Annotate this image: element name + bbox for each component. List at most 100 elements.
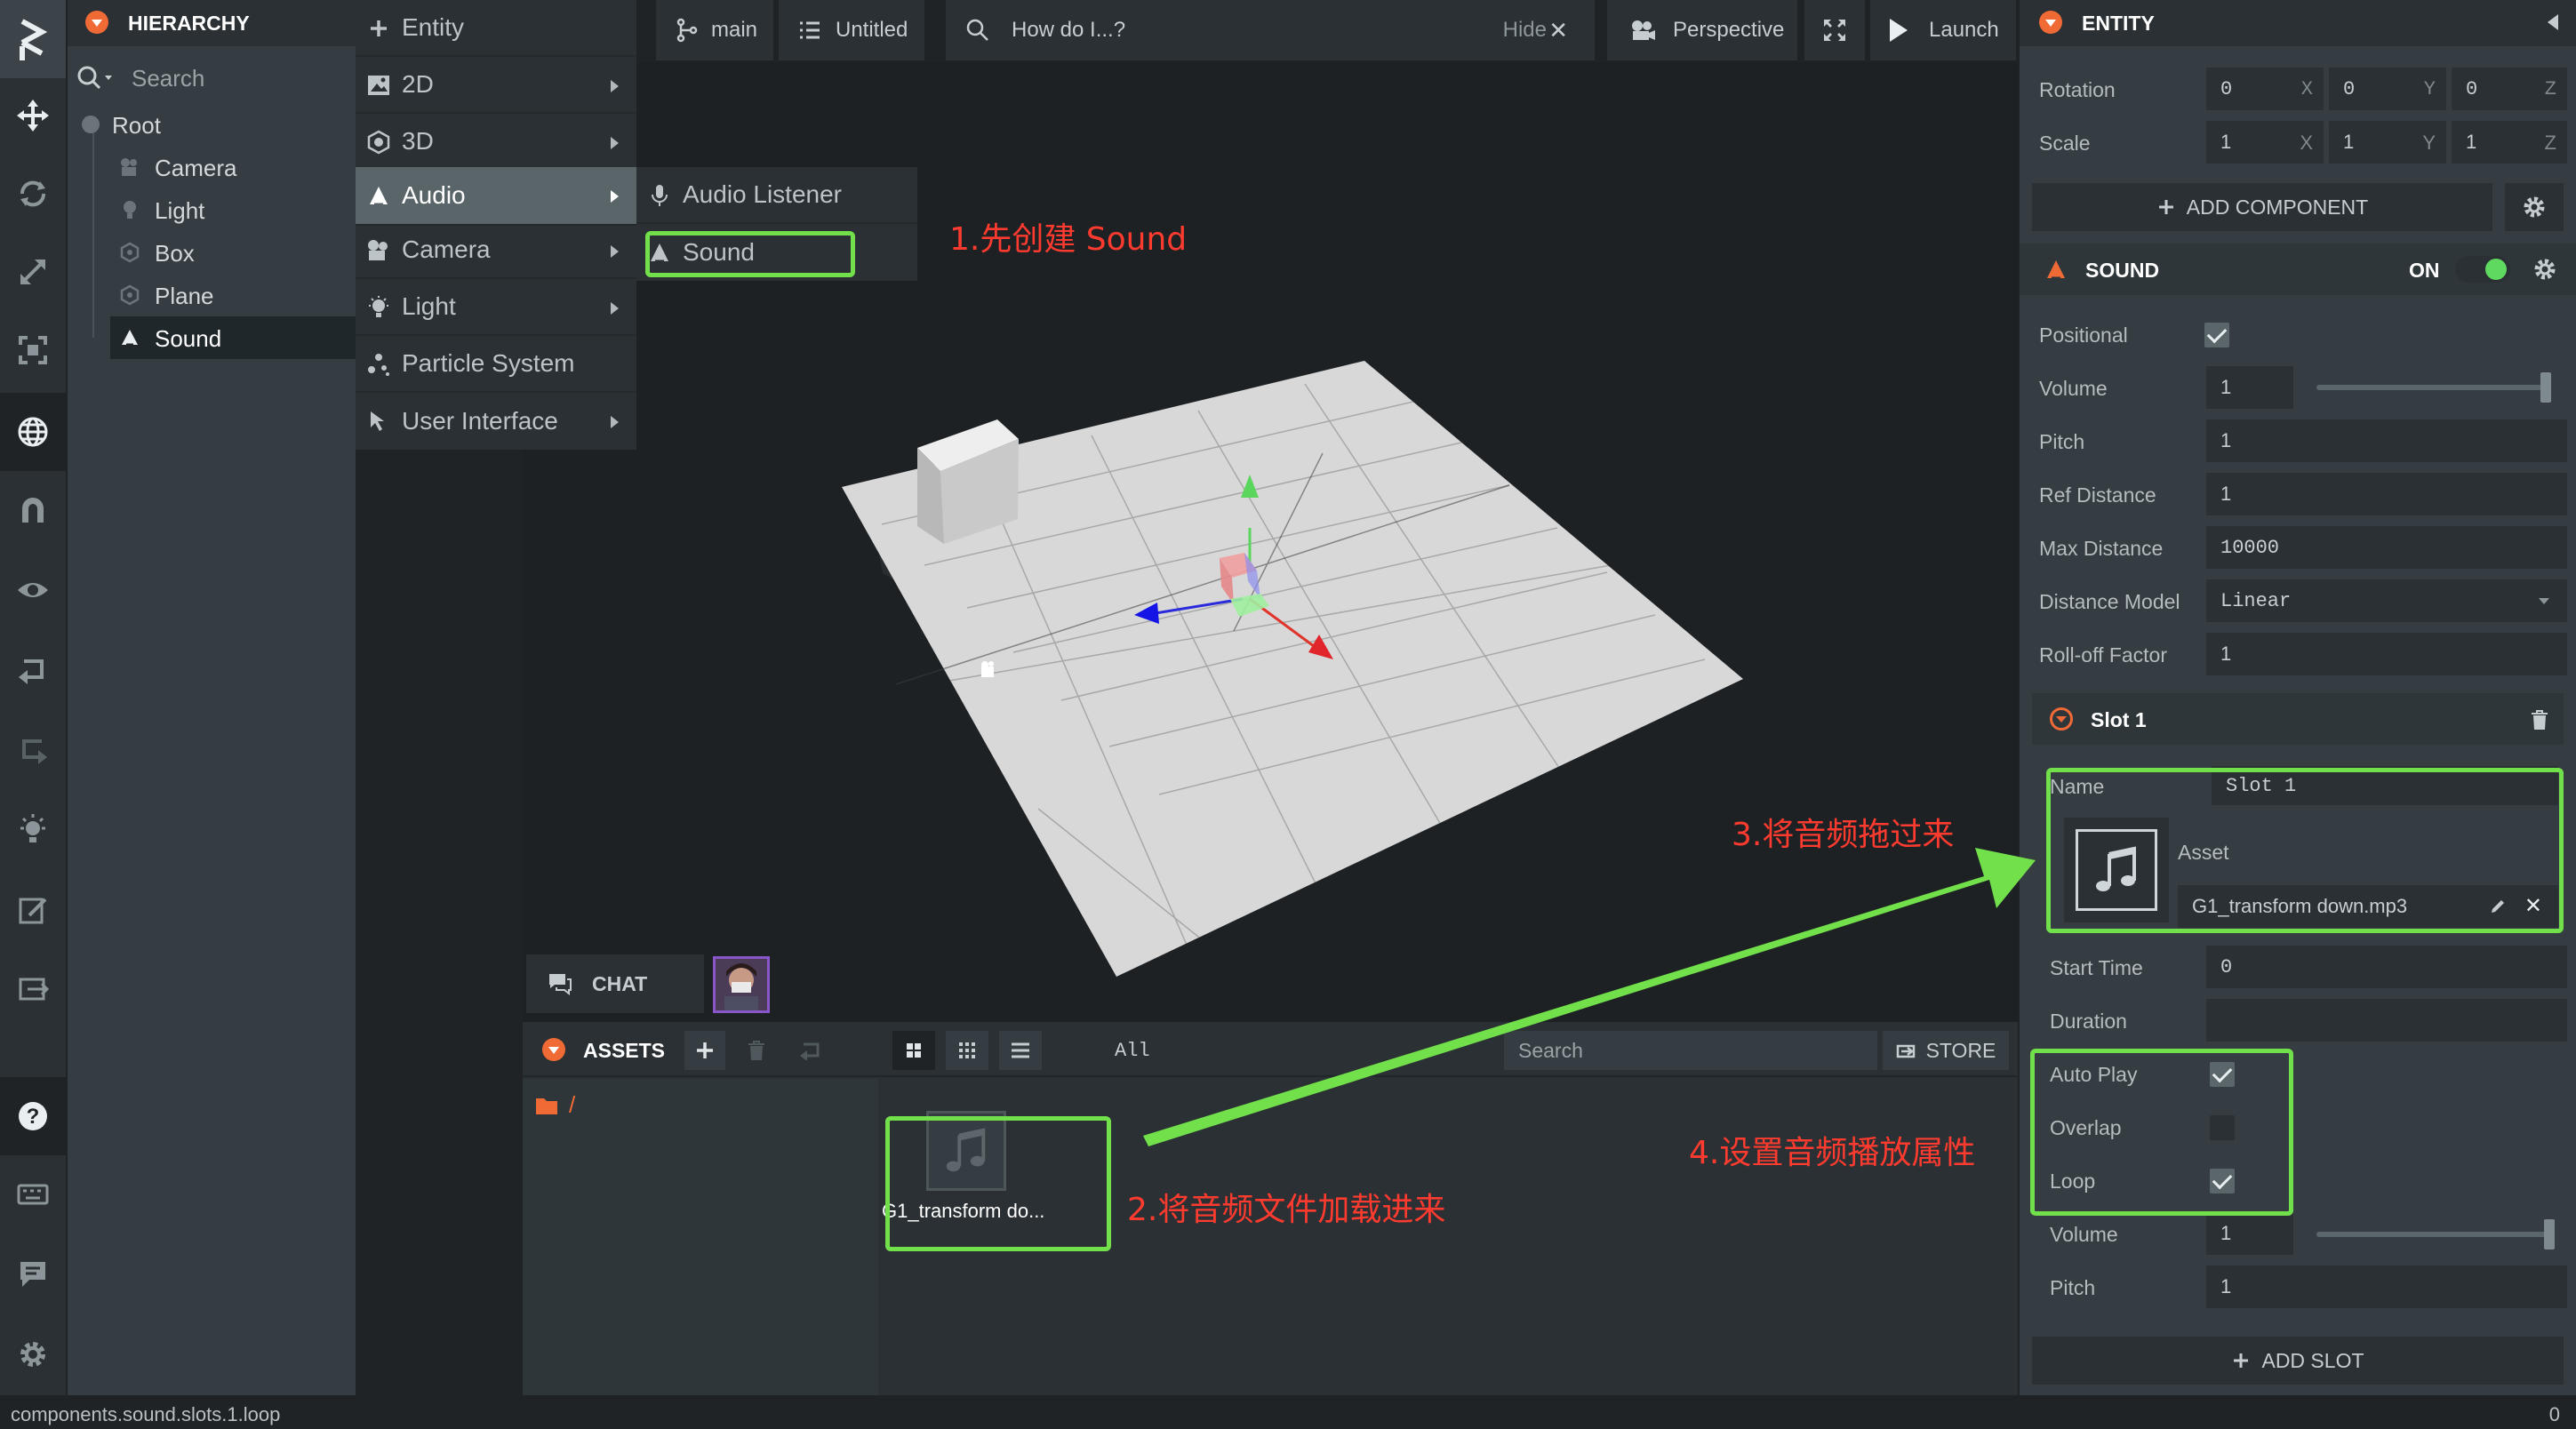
highlight-playback-options [2030, 1049, 2293, 1216]
volume-slider-knob[interactable] [2540, 372, 2551, 403]
scale-x-field[interactable]: 1X [2206, 121, 2324, 164]
pitch-field[interactable]: 1 [2206, 419, 2567, 462]
code-editor-icon[interactable] [0, 871, 66, 949]
component-settings-button[interactable] [2505, 183, 2564, 231]
delete-asset-button[interactable] [736, 1031, 777, 1070]
collapse-icon[interactable] [542, 1038, 565, 1061]
eye-view-icon[interactable] [0, 551, 66, 629]
add-slot-label: ADD SLOT [2261, 1348, 2364, 1372]
menu-item-audio-listener[interactable]: Audio Listener [636, 167, 917, 224]
box-icon [120, 242, 140, 263]
help-search-bar[interactable]: How do I...? Hide ✕ [946, 0, 1595, 60]
hierarchy-item-box[interactable]: Box [68, 231, 356, 274]
chat-icon[interactable] [0, 1235, 66, 1313]
menu-item-particle-system[interactable]: Particle System [356, 336, 636, 393]
back-arrow-icon [800, 1042, 820, 1060]
back-button[interactable] [789, 1031, 830, 1070]
scale-gizmo-icon[interactable] [0, 233, 66, 311]
large-grid-view-button[interactable] [892, 1031, 935, 1070]
keyboard-shortcuts-icon[interactable] [0, 1155, 66, 1233]
lightmapper-icon[interactable] [0, 791, 66, 869]
rotation-z-field[interactable]: 0Z [2452, 68, 2567, 110]
slot-volume-field[interactable]: 1 [2206, 1212, 2293, 1255]
menu-item-audio[interactable]: Audio [356, 167, 636, 226]
scene-button[interactable]: Untitled [779, 0, 924, 60]
positional-checkbox[interactable] [2204, 323, 2229, 347]
rotate-gizmo-icon[interactable] [0, 155, 66, 233]
camera-dropdown[interactable]: Perspective [1607, 0, 1797, 60]
camera-entity-icon[interactable] [981, 661, 994, 677]
hierarchy-item-sound[interactable]: Sound [110, 316, 356, 359]
menu-item-label: Light [402, 292, 456, 320]
max-distance-field[interactable]: 10000 [2206, 526, 2567, 569]
hierarchy-item-camera[interactable]: Camera [68, 146, 356, 188]
add-component-button[interactable]: ADD COMPONENT [2032, 183, 2492, 231]
sound-enabled-toggle[interactable] [2455, 256, 2510, 283]
highlight-asset-file [885, 1116, 1111, 1251]
image-icon [368, 76, 389, 95]
ref-distance-field[interactable]: 1 [2206, 473, 2567, 515]
chat-button[interactable]: CHAT [526, 954, 704, 1013]
slot-volume-slider[interactable] [2316, 1232, 2555, 1237]
asset-folder-tree: / [523, 1079, 878, 1395]
hierarchy-search[interactable]: Search [76, 57, 347, 100]
menu-item-3d[interactable]: 3D [356, 114, 636, 171]
scale-y-field[interactable]: 1Y [2329, 121, 2446, 164]
hierarchy-item-light[interactable]: Light [68, 188, 356, 231]
add-slot-button[interactable]: ADD SLOT [2032, 1337, 2564, 1385]
rotation-y-field[interactable]: 0Y [2329, 68, 2446, 110]
collapse-icon[interactable] [2050, 707, 2073, 730]
plus-icon [371, 20, 387, 36]
volume-field[interactable]: 1 [2206, 366, 2293, 409]
submenu-arrow-icon [611, 302, 619, 315]
branch-button[interactable]: main [656, 0, 773, 60]
world-space-icon[interactable] [0, 393, 66, 471]
search-icon [77, 66, 112, 90]
small-grid-view-button[interactable] [946, 1031, 988, 1070]
add-asset-button[interactable] [684, 1031, 725, 1070]
slot-pitch-field[interactable]: 1 [2206, 1265, 2567, 1308]
start-time-field[interactable]: 0 [2206, 946, 2567, 988]
root-folder[interactable]: / [535, 1091, 575, 1119]
fullscreen-button[interactable] [1804, 0, 1865, 60]
hierarchy-item-plane[interactable]: Plane [68, 274, 356, 316]
duration-field[interactable] [2206, 999, 2567, 1042]
scale-z-field[interactable]: 1Z [2452, 121, 2567, 164]
close-icon[interactable]: ✕ [1548, 17, 1568, 44]
launch-button[interactable]: Launch [1870, 0, 2016, 60]
playcanvas-logo-icon[interactable] [0, 0, 66, 78]
trash-icon[interactable] [2530, 709, 2549, 730]
collapse-panel-icon[interactable] [2548, 14, 2558, 30]
menu-item-camera[interactable]: Camera [356, 222, 636, 279]
distance-model-select[interactable]: Linear [2206, 579, 2567, 622]
hierarchy-item-root[interactable]: Root [68, 103, 356, 146]
collapse-icon[interactable] [2039, 11, 2062, 34]
menu-item-2d[interactable]: 2D [356, 57, 636, 114]
resize-gizmo-icon[interactable] [0, 311, 66, 389]
help-search-text: How do I...? [1012, 18, 1126, 42]
asset-type-filter[interactable]: All [1095, 1031, 1495, 1070]
undo-icon[interactable] [0, 631, 66, 709]
publish-icon[interactable] [0, 949, 66, 1027]
rotation-x-field[interactable]: 0X [2206, 68, 2324, 110]
menu-item-light[interactable]: Light [356, 279, 636, 336]
redo-icon[interactable] [0, 711, 66, 789]
slot-volume-slider-knob[interactable] [2544, 1219, 2555, 1249]
status-bar: components.sound.slots.1.loop 0 [0, 1397, 2576, 1429]
user-avatar[interactable] [713, 956, 770, 1013]
volume-slider[interactable] [2316, 385, 2551, 390]
menu-item-entity[interactable]: Entity [356, 0, 636, 57]
rolloff-factor-field[interactable]: 1 [2206, 633, 2567, 675]
menu-item-user-interface[interactable]: User Interface [356, 393, 636, 450]
translate-gizmo-icon[interactable] [0, 76, 66, 155]
store-button[interactable]: STORE [1883, 1031, 2009, 1070]
gear-icon[interactable] [2532, 256, 2558, 283]
list-view-button[interactable] [999, 1031, 1042, 1070]
distance-model-label: Distance Model [2039, 590, 2180, 613]
hide-button[interactable]: Hide [1503, 18, 1547, 43]
help-icon[interactable]: ? [0, 1077, 66, 1155]
asset-search-input[interactable]: Search [1504, 1031, 1877, 1070]
collapse-icon[interactable] [85, 11, 108, 34]
magnet-snap-icon[interactable] [0, 471, 66, 549]
settings-gear-icon[interactable] [0, 1315, 66, 1393]
